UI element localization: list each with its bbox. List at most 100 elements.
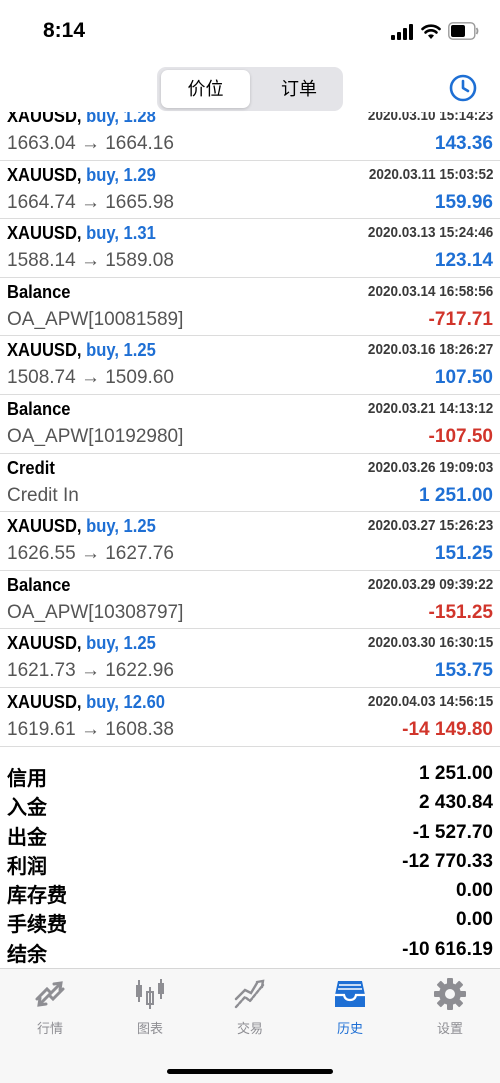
segmented-control: 价位 订单 xyxy=(157,67,343,111)
summary-value: 0.00 xyxy=(456,880,493,902)
tab-chart[interactable]: 图表 xyxy=(100,977,200,1047)
summary-value: 2 430.84 xyxy=(419,792,493,814)
deal-row[interactable]: XAUUSD, buy, 1.25 2020.03.30 16:30:15 1621… xyxy=(0,629,500,688)
deal-date: 2020.03.27 15:26:23 xyxy=(367,517,493,535)
deal-direction: buy, 1.25 xyxy=(86,340,156,361)
deal-detail: 1508.74 → 1509.60 xyxy=(7,367,174,389)
deal-detail: 1664.74 → 1665.98 xyxy=(7,191,174,213)
quotes-icon xyxy=(35,981,65,1007)
deal-detail: Credit In xyxy=(7,484,79,506)
deal-symbol: Balance xyxy=(7,575,71,596)
deal-row[interactable]: XAUUSD, buy, 1.25 2020.03.16 18:26:27 1508… xyxy=(0,336,500,395)
deal-row[interactable]: Balance 2020.03.21 14:13:12 OA_APW[101929… xyxy=(0,395,500,454)
tab-quotes-label: 行情 xyxy=(36,1021,63,1036)
deal-row[interactable]: XAUUSD, buy, 1.29 2020.03.11 15:03:52 1664… xyxy=(0,161,500,220)
deal-profit: 1 251.00 xyxy=(419,484,493,506)
tab-settings[interactable]: 设置 xyxy=(400,977,500,1047)
deal-detail: 1626.55 → 1627.76 xyxy=(7,543,174,565)
status-bar: 8:14 xyxy=(0,0,500,62)
segment-orders[interactable]: 订单 xyxy=(257,70,341,108)
deal-symbol-name: XAUUSD, xyxy=(7,223,82,244)
deal-detail: OA_APW[10308797] xyxy=(7,601,184,623)
battery-icon xyxy=(448,22,479,40)
deal-date: 2020.03.16 18:26:27 xyxy=(367,341,493,359)
deal-direction: buy, 1.25 xyxy=(86,633,156,654)
deal-profit: 143.36 xyxy=(434,133,493,154)
summary-value: 1 251.00 xyxy=(419,763,493,784)
deal-profit: -151.25 xyxy=(428,601,493,623)
deal-symbol-name: Balance xyxy=(7,281,71,302)
deal-symbol: Balance xyxy=(7,282,71,303)
summary-value: -10 616.19 xyxy=(402,938,493,960)
summary-label: 入金 xyxy=(7,797,47,820)
summary-label: 信用 xyxy=(7,768,47,790)
cellular-signal-icon xyxy=(391,24,413,40)
tab-chart-label: 图表 xyxy=(136,1021,163,1036)
deal-symbol-name: Credit xyxy=(7,457,55,478)
deal-symbol: Balance xyxy=(7,399,71,420)
deal-profit: 107.50 xyxy=(434,367,493,389)
summary-value: -1 527.70 xyxy=(412,821,493,843)
deal-symbol: XAUUSD, buy, 1.29 xyxy=(7,165,156,186)
deal-direction: buy, 12.60 xyxy=(86,691,166,712)
deal-profit: 159.96 xyxy=(434,191,493,213)
deal-direction: buy, 1.28 xyxy=(86,112,156,126)
deal-profit: -717.71 xyxy=(428,308,493,330)
deal-symbol: XAUUSD, buy, 12.60 xyxy=(7,692,165,713)
deal-date: 2020.03.11 15:03:52 xyxy=(368,165,493,183)
summary-label: 出金 xyxy=(7,826,47,849)
deal-row[interactable]: Credit 2020.03.26 19:09:03 Credit In 1 251… xyxy=(0,454,500,513)
history-icon xyxy=(335,981,365,1007)
deal-date: 2020.03.26 19:09:03 xyxy=(367,458,493,476)
summary-section: 信用 1 251.00 入金 2 430.84 出金 -1 527.70 利润 -12 770… xyxy=(0,760,500,966)
segment-prices[interactable]: 价位 xyxy=(161,70,250,108)
summary-label: 手续费 xyxy=(7,914,67,937)
deals-list-content: XAUUSD, buy, 1.28 2020.03.10 15:14:23 1663… xyxy=(0,112,500,747)
deal-symbol-name: XAUUSD, xyxy=(7,516,82,537)
deal-row[interactable]: Balance 2020.03.14 16:58:56 OA_APW[100815… xyxy=(0,278,500,337)
deal-row[interactable]: XAUUSD, buy, 1.31 2020.03.13 15:24:46 1588… xyxy=(0,219,500,278)
deal-symbol-name: XAUUSD, xyxy=(7,633,82,654)
deal-row[interactable]: Balance 2020.03.29 09:39:22 OA_APW[103087… xyxy=(0,571,500,630)
summary-value: 0.00 xyxy=(456,909,493,931)
deal-symbol: XAUUSD, buy, 1.31 xyxy=(7,223,156,244)
deal-row[interactable]: XAUUSD, buy, 1.28 2020.03.10 15:14:23 1663… xyxy=(0,112,500,161)
deal-date: 2020.03.21 14:13:12 xyxy=(367,399,493,417)
chart-icon xyxy=(136,979,164,1009)
deal-row[interactable]: XAUUSD, buy, 12.60 2020.04.03 14:56:15 161… xyxy=(0,688,500,747)
deal-symbol-name: XAUUSD, xyxy=(7,112,82,126)
deal-date: 2020.03.13 15:24:46 xyxy=(367,224,493,242)
summary-row: 出金 -1 527.70 xyxy=(0,819,500,849)
tab-trade[interactable]: 交易 xyxy=(200,977,300,1047)
clock-icon[interactable] xyxy=(448,73,478,103)
deal-symbol-name: Balance xyxy=(7,398,71,419)
deal-symbol: XAUUSD, buy, 1.25 xyxy=(7,340,156,361)
deals-list[interactable]: XAUUSD, buy, 1.28 2020.03.10 15:14:23 1663… xyxy=(0,112,500,754)
summary-label: 库存费 xyxy=(7,885,67,908)
deal-profit: 153.75 xyxy=(434,660,493,682)
deal-direction: buy, 1.29 xyxy=(86,164,156,185)
deal-symbol: XAUUSD, buy, 1.25 xyxy=(7,633,156,654)
deal-detail: 1588.14 → 1589.08 xyxy=(7,250,174,272)
deal-direction: buy, 1.25 xyxy=(86,516,156,537)
summary-value: -12 770.33 xyxy=(402,850,493,872)
deal-detail: 1619.61 → 1608.38 xyxy=(7,718,174,740)
deal-profit: 151.25 xyxy=(434,543,493,565)
deal-symbol-name: XAUUSD, xyxy=(7,691,82,712)
tab-settings-label: 设置 xyxy=(436,1021,463,1036)
tab-history[interactable]: 历史 xyxy=(300,977,400,1047)
tab-history-label: 历史 xyxy=(336,1021,363,1036)
settings-icon xyxy=(434,978,466,1010)
deal-date: 2020.03.30 16:30:15 xyxy=(367,634,493,652)
summary-row: 结余 -10 616.19 xyxy=(0,936,500,966)
deal-date: 2020.03.10 15:14:23 xyxy=(367,112,493,124)
deal-date: 2020.03.29 09:39:22 xyxy=(367,575,493,593)
tab-trade-label: 交易 xyxy=(236,1021,263,1036)
tab-quotes[interactable]: 行情 xyxy=(0,977,100,1047)
deal-detail: OA_APW[10081589] xyxy=(7,308,184,330)
deal-row[interactable]: XAUUSD, buy, 1.25 2020.03.27 15:26:23 1626… xyxy=(0,512,500,571)
deal-profit: -107.50 xyxy=(428,425,493,447)
deal-symbol: XAUUSD, buy, 1.25 xyxy=(7,516,156,537)
deal-detail: 1663.04 → 1664.16 xyxy=(7,133,174,154)
deal-detail: 1621.73 → 1622.96 xyxy=(7,660,174,682)
